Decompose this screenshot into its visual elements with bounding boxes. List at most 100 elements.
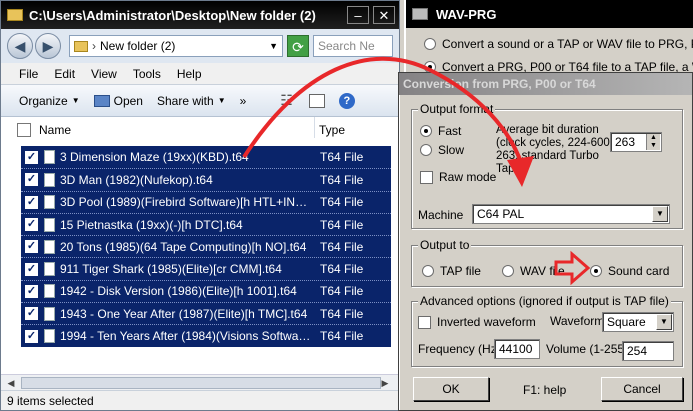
horizontal-scrollbar[interactable]: ◀ ▶ xyxy=(1,374,399,390)
file-row[interactable]: ✓ 3D Pool (1989)(Firebird Software)[h HTL… xyxy=(21,190,391,213)
file-checkbox[interactable]: ✓ xyxy=(25,150,38,164)
volume-input[interactable]: 254 xyxy=(622,341,674,361)
file-row[interactable]: ✓ 15 Pietnastka (19xx)(-)[h DTC].t64 T64 F… xyxy=(21,212,391,235)
search-input[interactable]: Search Ne xyxy=(313,35,393,57)
slow-option[interactable]: Slow xyxy=(420,143,464,157)
frequency-input[interactable]: 44100 xyxy=(494,339,540,359)
scroll-right-icon[interactable]: ▶ xyxy=(377,376,393,390)
chevron-down-icon: ▼ xyxy=(71,96,80,105)
output-to-legend: Output to xyxy=(418,238,472,252)
radio-tap-file[interactable] xyxy=(422,265,434,277)
inverted-waveform-option[interactable]: Inverted waveform xyxy=(418,315,536,330)
file-row[interactable]: ✓ 911 Tiger Shark (1985)(Elite)[cr CMM].t… xyxy=(21,257,391,279)
menu-tools[interactable]: Tools xyxy=(133,67,161,81)
share-with-button[interactable]: Share with ▼ xyxy=(157,94,226,108)
file-icon xyxy=(44,150,55,165)
open-button[interactable]: Open xyxy=(93,94,143,108)
chevron-down-icon[interactable]: ▼ xyxy=(652,206,668,222)
raw-mode-checkbox[interactable] xyxy=(420,171,433,185)
file-checkbox[interactable]: ✓ xyxy=(25,262,38,276)
radio-fast[interactable] xyxy=(420,125,432,137)
waveform-value: Square xyxy=(607,315,646,329)
waveform-label: Waveform xyxy=(550,314,605,328)
cancel-button[interactable]: Cancel xyxy=(601,377,683,401)
file-type: T64 File xyxy=(320,262,364,277)
minimize-button[interactable]: – xyxy=(347,6,369,24)
radio-sound-card[interactable] xyxy=(590,265,602,277)
avg-bit-duration-input[interactable]: 263 ▲ ▼ xyxy=(610,132,662,152)
file-checkbox[interactable]: ✓ xyxy=(25,240,38,254)
help-icon[interactable]: ? xyxy=(338,92,355,109)
file-row[interactable]: ✓ 20 Tons (1985)(64 Tape Computing)[h NO]… xyxy=(21,235,391,257)
file-checkbox[interactable]: ✓ xyxy=(25,284,38,298)
file-type: T64 File xyxy=(320,195,364,210)
ok-button[interactable]: OK xyxy=(413,377,489,401)
file-checkbox[interactable]: ✓ xyxy=(25,218,38,232)
more-commands-button[interactable]: » xyxy=(240,94,247,108)
select-all-checkbox[interactable] xyxy=(17,122,31,137)
file-name: 1994 - Ten Years After (1984)(Visions So… xyxy=(60,329,312,344)
file-name: 1942 - Disk Version (1986)(Elite)[h 1001… xyxy=(60,284,297,299)
preview-pane-icon[interactable] xyxy=(308,93,325,108)
tap-file-option[interactable]: TAP file xyxy=(422,264,481,278)
menu-file[interactable]: File xyxy=(19,67,38,81)
folder-icon xyxy=(7,9,23,21)
wav-file-option[interactable]: WAV file xyxy=(502,264,565,278)
scroll-left-icon[interactable]: ◀ xyxy=(3,376,19,390)
file-checkbox[interactable]: ✓ xyxy=(25,307,38,321)
menu-edit[interactable]: Edit xyxy=(54,67,75,81)
file-checkbox[interactable]: ✓ xyxy=(25,329,38,343)
address-bar[interactable]: › New folder (2) ▼ xyxy=(69,35,283,57)
menu-view[interactable]: View xyxy=(91,67,117,81)
machine-select[interactable]: C64 PAL ▼ xyxy=(472,204,670,224)
file-row[interactable]: ✓ 1942 - Disk Version (1986)(Elite)[h 100… xyxy=(21,279,391,302)
file-name: 911 Tiger Shark (1985)(Elite)[cr CMM].t6… xyxy=(60,262,282,277)
file-icon xyxy=(44,239,55,254)
share-label: Share with xyxy=(156,93,214,108)
file-type: T64 File xyxy=(320,239,364,254)
file-type: T64 File xyxy=(320,150,364,165)
file-checkbox[interactable]: ✓ xyxy=(25,173,38,187)
file-name: 3D Man (1982)(Nufekop).t64 xyxy=(60,172,213,187)
file-row[interactable]: ✓ 1943 - One Year After (1987)(Elite)[h T… xyxy=(21,302,391,324)
menu-help[interactable]: Help xyxy=(177,67,202,81)
conversion-dialog: Conversion from PRG, P00 or T64 Output f… xyxy=(398,72,693,411)
waveform-select[interactable]: Square ▼ xyxy=(602,312,674,332)
sound-card-option[interactable]: Sound card xyxy=(590,264,669,278)
spin-icon[interactable]: ▲ ▼ xyxy=(646,134,660,150)
inverted-waveform-checkbox[interactable] xyxy=(418,316,431,330)
column-type[interactable]: Type xyxy=(319,123,345,137)
file-checkbox[interactable]: ✓ xyxy=(25,195,38,209)
frequency-label: Frequency (Hz) xyxy=(418,342,501,356)
radio-slow[interactable] xyxy=(420,144,432,156)
fast-option[interactable]: Fast xyxy=(420,124,461,138)
views-icon[interactable]: ☷ xyxy=(280,92,293,109)
file-list: ✓ 3 Dimension Maze (19xx)(KBD).t64 T64 Fil… xyxy=(21,146,391,347)
address-text: New folder (2) xyxy=(100,39,176,53)
file-icon xyxy=(44,306,55,321)
file-row[interactable]: ✓ 1994 - Ten Years After (1984)(Visions S… xyxy=(21,324,391,346)
help-hint: F1: help xyxy=(523,383,567,397)
organize-button[interactable]: Organize ▼ xyxy=(19,94,80,108)
radio-wav-file[interactable] xyxy=(502,265,514,277)
wavprg-title-bar: WAV-PRG xyxy=(406,0,693,28)
file-icon xyxy=(44,284,55,299)
file-type: T64 File xyxy=(320,217,364,232)
option-to-prg[interactable]: Convert a sound or a TAP or WAV file to … xyxy=(424,37,693,51)
tap-file-label: TAP file xyxy=(440,264,481,278)
close-button[interactable]: ✕ xyxy=(373,6,395,24)
file-row[interactable]: ✓ 3D Man (1982)(Nufekop).t64 T64 File xyxy=(21,168,391,190)
address-row: ◀ ▶ › New folder (2) ▼ ⟳ Search Ne xyxy=(1,29,399,63)
back-button[interactable]: ◀ xyxy=(7,33,33,59)
chevron-down-icon[interactable]: ▼ xyxy=(269,41,278,51)
refresh-button[interactable]: ⟳ xyxy=(287,35,309,57)
chevron-down-icon[interactable]: ▼ xyxy=(656,314,672,330)
raw-mode-option[interactable]: Raw mode xyxy=(420,170,496,185)
radio-to-prg[interactable] xyxy=(424,38,436,50)
forward-button[interactable]: ▶ xyxy=(35,33,61,59)
file-icon xyxy=(44,329,55,344)
file-row[interactable]: ✓ 3 Dimension Maze (19xx)(KBD).t64 T64 Fil… xyxy=(21,146,391,168)
scroll-thumb[interactable] xyxy=(21,377,381,389)
file-name: 20 Tons (1985)(64 Tape Computing)[h NO].… xyxy=(60,239,307,254)
output-format-legend: Output format xyxy=(418,102,496,116)
